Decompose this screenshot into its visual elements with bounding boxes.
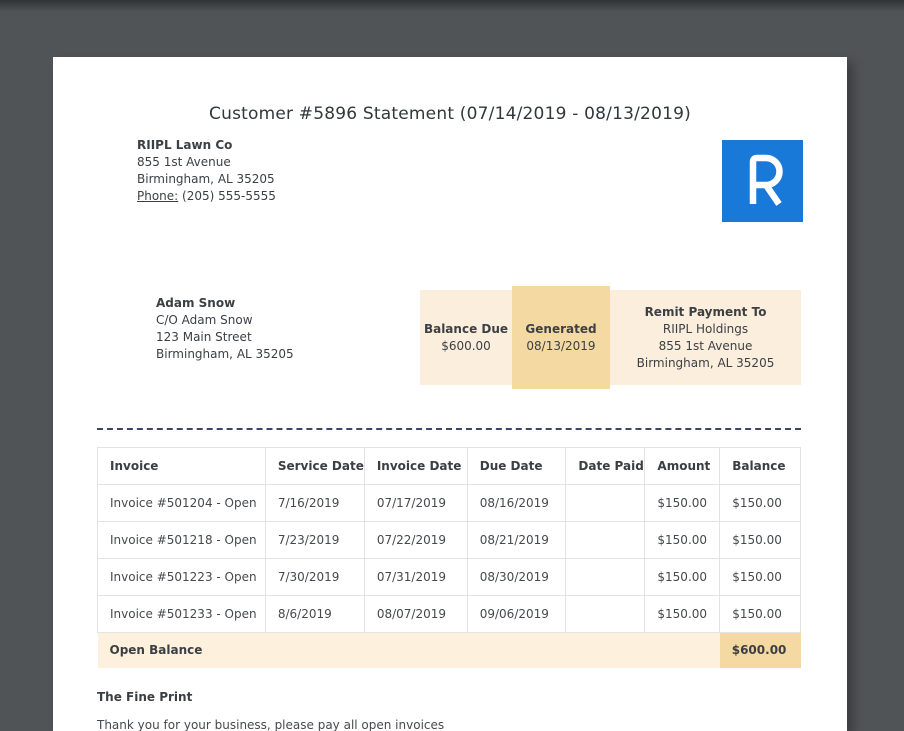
document-viewer-background: Customer #5896 Statement (07/14/2019 - 0… [0, 0, 904, 731]
table-header-row: Invoice Service Date Invoice Date Due Da… [97, 447, 801, 485]
balance-cell: $150.00 [719, 521, 801, 559]
service-date-cell: 7/30/2019 [264, 558, 365, 596]
header-invoice-date: Invoice Date [363, 447, 468, 485]
header-due-date: Due Date [466, 447, 567, 485]
invoice-date-cell: 07/31/2019 [363, 558, 468, 596]
balance-due-value: $600.00 [441, 338, 491, 353]
header-date-paid: Date Paid [565, 447, 646, 485]
remit-label: Remit Payment To [644, 304, 767, 319]
amount-cell: $150.00 [644, 595, 721, 633]
table-row: Invoice #501223 - Open 7/30/2019 07/31/2… [97, 558, 801, 596]
open-balance-label: Open Balance [97, 632, 720, 668]
header-service-date: Service Date [264, 447, 365, 485]
table-row: Invoice #501233 - Open 8/6/2019 08/07/20… [97, 595, 801, 633]
page-title: Customer #5896 Statement (07/14/2019 - 0… [209, 104, 691, 124]
customer-care-of: C/O Adam Snow [156, 313, 253, 327]
service-date-cell: 7/23/2019 [264, 521, 365, 559]
fine-print-text: Thank you for your business, please pay … [97, 718, 445, 731]
open-balance-row: Open Balance $600.00 [97, 632, 801, 668]
balance-due-box: Balance Due $600.00 [420, 290, 512, 385]
generated-value: 08/13/2019 [526, 338, 596, 353]
remit-address2: Birmingham, AL 35205 [636, 355, 775, 370]
amount-cell: $150.00 [644, 521, 721, 559]
service-date-cell: 8/6/2019 [264, 595, 365, 633]
generated-label: Generated [525, 321, 597, 336]
due-date-cell: 09/06/2019 [466, 595, 567, 633]
open-balance-value: $600.00 [719, 632, 801, 668]
balance-due-label: Balance Due [423, 321, 509, 336]
header-balance: Balance [719, 447, 801, 485]
company-phone-line: Phone: (205) 555-5555 [137, 188, 276, 205]
customer-name: Adam Snow [156, 296, 236, 310]
company-address-block: RIIPL Lawn Co 855 1st Avenue Birmingham,… [137, 137, 276, 205]
dotted-divider [97, 428, 801, 430]
invoice-cell: Invoice #501204 - Open [97, 484, 266, 522]
service-date-cell: 7/16/2019 [264, 484, 365, 522]
customer-address-block: Adam Snow C/O Adam Snow 123 Main Street … [156, 295, 294, 363]
statement-page: Customer #5896 Statement (07/14/2019 - 0… [53, 57, 847, 731]
company-address-line1: 855 1st Avenue [137, 155, 231, 169]
r-logo-icon [722, 140, 803, 222]
table-row: Invoice #501204 - Open 7/16/2019 07/17/2… [97, 484, 801, 522]
date-paid-cell [565, 558, 646, 596]
top-shadow-strip [0, 0, 904, 14]
date-paid-cell [565, 521, 646, 559]
company-name: RIIPL Lawn Co [137, 138, 233, 152]
invoice-date-cell: 08/07/2019 [363, 595, 468, 633]
company-address-line2: Birmingham, AL 35205 [137, 172, 275, 186]
header-invoice: Invoice [97, 447, 266, 485]
invoice-cell: Invoice #501223 - Open [97, 558, 266, 596]
generated-box: Generated 08/13/2019 [512, 286, 610, 389]
remit-address1: 855 1st Avenue [658, 338, 753, 353]
date-paid-cell [565, 595, 646, 633]
customer-street: 123 Main Street [156, 330, 252, 344]
balance-cell: $150.00 [719, 595, 801, 633]
table-row: Invoice #501218 - Open 7/23/2019 07/22/2… [97, 521, 801, 559]
customer-city: Birmingham, AL 35205 [156, 347, 294, 361]
invoice-cell: Invoice #501233 - Open [97, 595, 266, 633]
due-date-cell: 08/21/2019 [466, 521, 567, 559]
invoice-cell: Invoice #501218 - Open [97, 521, 266, 559]
amount-cell: $150.00 [644, 558, 721, 596]
header-amount: Amount [644, 447, 721, 485]
date-paid-cell [565, 484, 646, 522]
due-date-cell: 08/16/2019 [466, 484, 567, 522]
invoice-table: Invoice Service Date Invoice Date Due Da… [97, 447, 801, 668]
invoice-date-cell: 07/17/2019 [363, 484, 468, 522]
balance-cell: $150.00 [719, 484, 801, 522]
phone-label: Phone: [137, 189, 179, 203]
remit-name: RIIPL Holdings [662, 321, 749, 336]
due-date-cell: 08/30/2019 [466, 558, 567, 596]
phone-number: (205) 555-5555 [182, 189, 276, 203]
amount-cell: $150.00 [644, 484, 721, 522]
invoice-date-cell: 07/22/2019 [363, 521, 468, 559]
fine-print-heading: The Fine Print [97, 690, 193, 704]
remit-payment-box: Remit Payment To RIIPL Holdings 855 1st … [610, 290, 801, 385]
balance-cell: $150.00 [719, 558, 801, 596]
company-logo [722, 140, 803, 222]
